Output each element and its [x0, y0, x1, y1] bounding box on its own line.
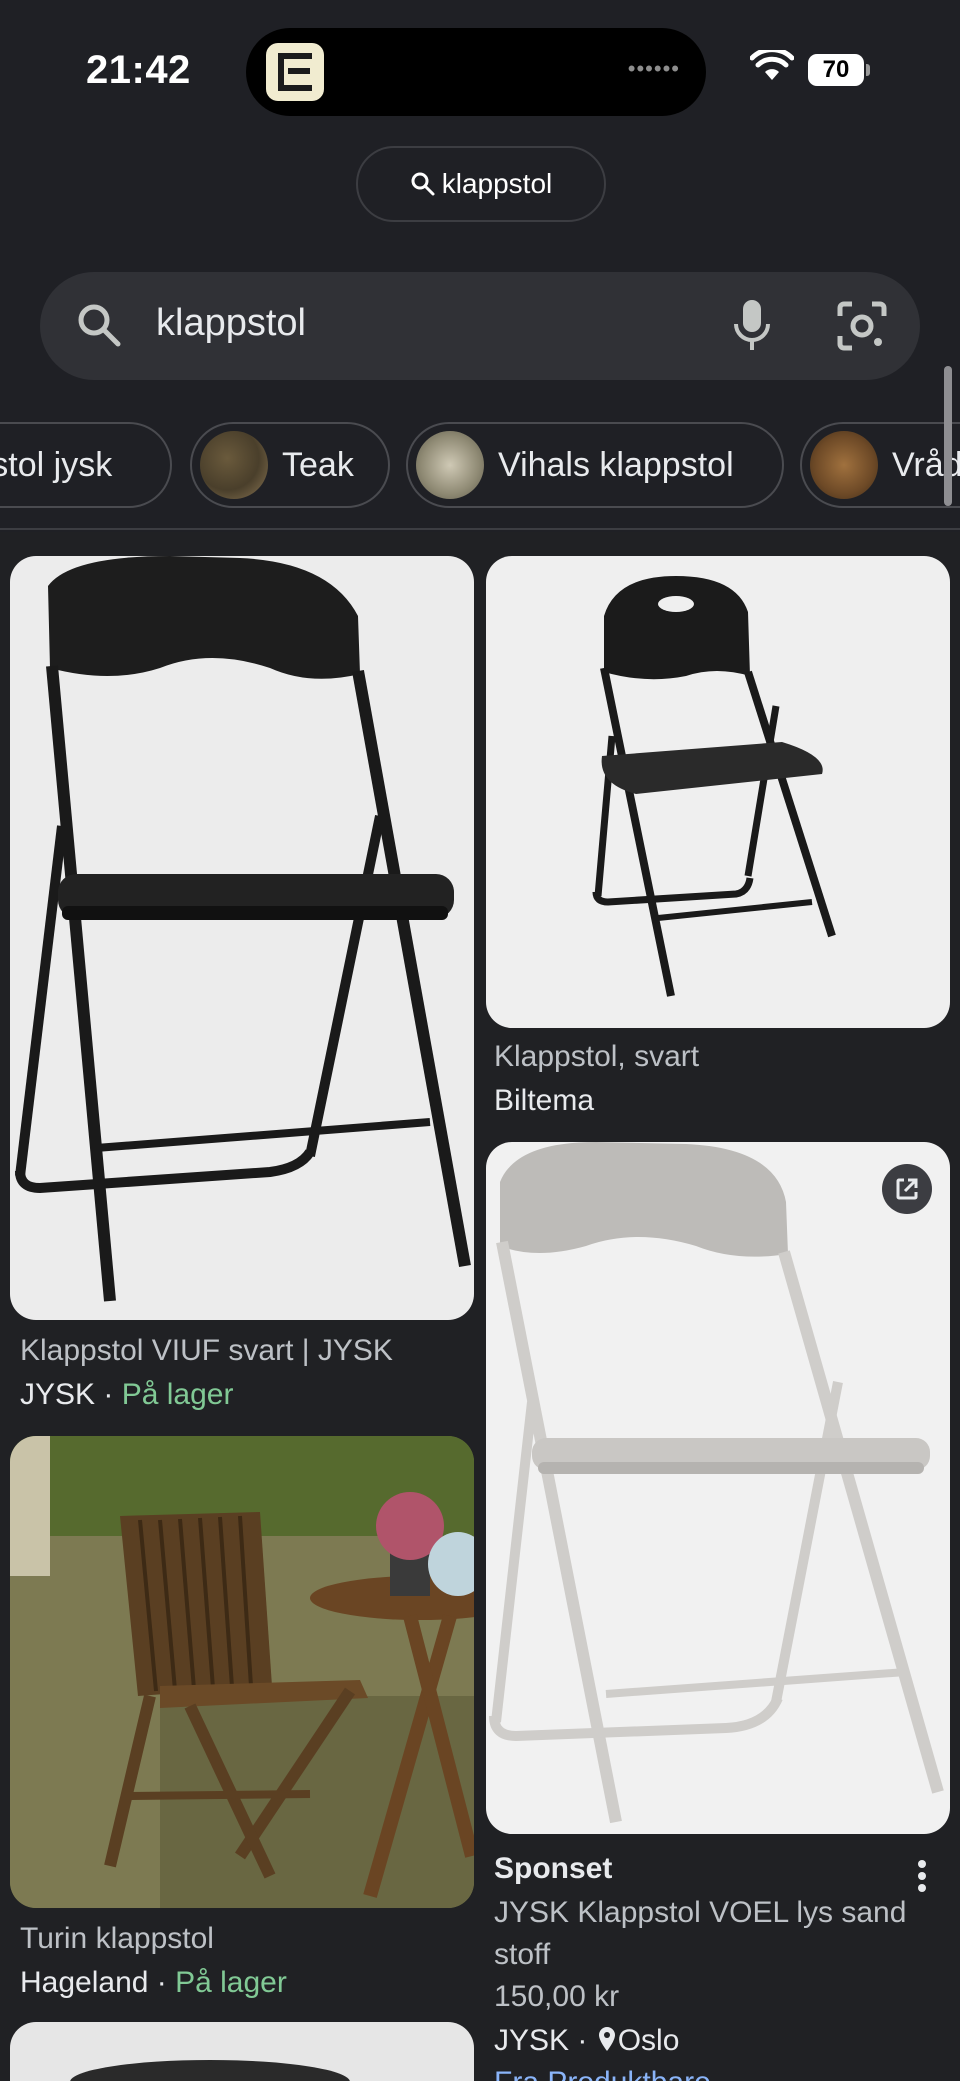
search-icon	[411, 172, 435, 196]
chip-label: Teak	[282, 445, 354, 484]
divider	[0, 528, 960, 530]
separator: ·	[95, 1378, 122, 1411]
result-image-turin[interactable]	[10, 1436, 474, 1908]
source-name: Hageland	[20, 1966, 149, 1999]
chip-label: klappstol jysk	[0, 445, 113, 484]
result-title[interactable]: Klappstol VIUF svart | JYSK	[20, 1330, 393, 1372]
search-input[interactable]: klappstol	[156, 302, 306, 345]
app-icon	[266, 43, 324, 101]
chip-thumbnail	[200, 431, 268, 499]
chip-label: Vihals klappstol	[498, 445, 734, 484]
folding-chair-image	[15, 556, 471, 1302]
query-pill-label: klappstol	[441, 168, 553, 199]
folding-chair-image	[489, 1142, 944, 1824]
chip-vradal[interactable]: Vrådal	[800, 422, 960, 508]
battery-indicator: 70	[808, 54, 864, 86]
availability-badge: På lager	[175, 1966, 287, 1999]
more-options-icon[interactable]	[912, 1858, 932, 1894]
result-source: Biltema	[494, 1084, 595, 1117]
result-title[interactable]: Turin klappstol	[20, 1918, 214, 1960]
separator: ·	[569, 2024, 596, 2057]
sponsored-label: Sponset	[494, 1852, 613, 1885]
chair-image-partial	[70, 2060, 350, 2081]
related-chips: klappstol jysk Teak Vihals klappstol Vrå…	[0, 420, 960, 512]
price: 150,00 kr	[494, 1980, 620, 2013]
availability-badge: På lager	[121, 1378, 234, 1411]
search-icon[interactable]	[74, 300, 124, 350]
folding-chair-image	[592, 576, 836, 997]
chip-klappstol-jysk[interactable]: klappstol jysk	[0, 422, 172, 508]
chip-thumbnail	[810, 431, 878, 499]
clock: 21:42	[86, 48, 191, 92]
scrollbar[interactable]	[944, 366, 952, 506]
mic-icon[interactable]	[730, 296, 774, 356]
search-bar[interactable]: klappstol	[40, 272, 920, 380]
wifi-icon	[750, 50, 794, 80]
island-indicator: ••••••	[627, 56, 680, 81]
source-name: JYSK	[494, 2024, 570, 2057]
result-image-partial[interactable]	[10, 2022, 474, 2081]
status-bar: 21:42 •••••• 70	[0, 0, 960, 140]
query-pill[interactable]: klappstol	[356, 146, 606, 222]
location-pin-icon	[598, 2027, 615, 2051]
chip-teak[interactable]: Teak	[190, 422, 390, 508]
dynamic-island: ••••••	[246, 28, 706, 116]
chip-thumbnail	[416, 431, 484, 499]
result-source: JYSK · Oslo	[494, 2020, 679, 2062]
result-title[interactable]: Klappstol, svart	[494, 1036, 699, 1078]
battery-tip	[866, 64, 870, 76]
result-image-voel[interactable]	[486, 1142, 950, 1834]
result-image-viuf[interactable]	[10, 556, 474, 1320]
separator: ·	[148, 1966, 176, 1999]
result-title[interactable]: JYSK Klappstol VOEL lys sand stoff	[494, 1892, 934, 1976]
result-source: Hageland · På lager	[20, 1962, 287, 2004]
product-link[interactable]: Fra Produktbare	[494, 2062, 711, 2081]
result-image-biltema[interactable]	[486, 556, 950, 1028]
chip-vihals-klappstol[interactable]: Vihals klappstol	[406, 422, 784, 508]
garden-chair-image	[10, 1436, 474, 1908]
lens-icon[interactable]	[834, 298, 890, 354]
location: Oslo	[617, 2024, 680, 2057]
source-name: JYSK	[20, 1378, 96, 1411]
external-link-icon[interactable]	[882, 1164, 932, 1214]
result-source: JYSK · På lager	[20, 1374, 233, 1416]
